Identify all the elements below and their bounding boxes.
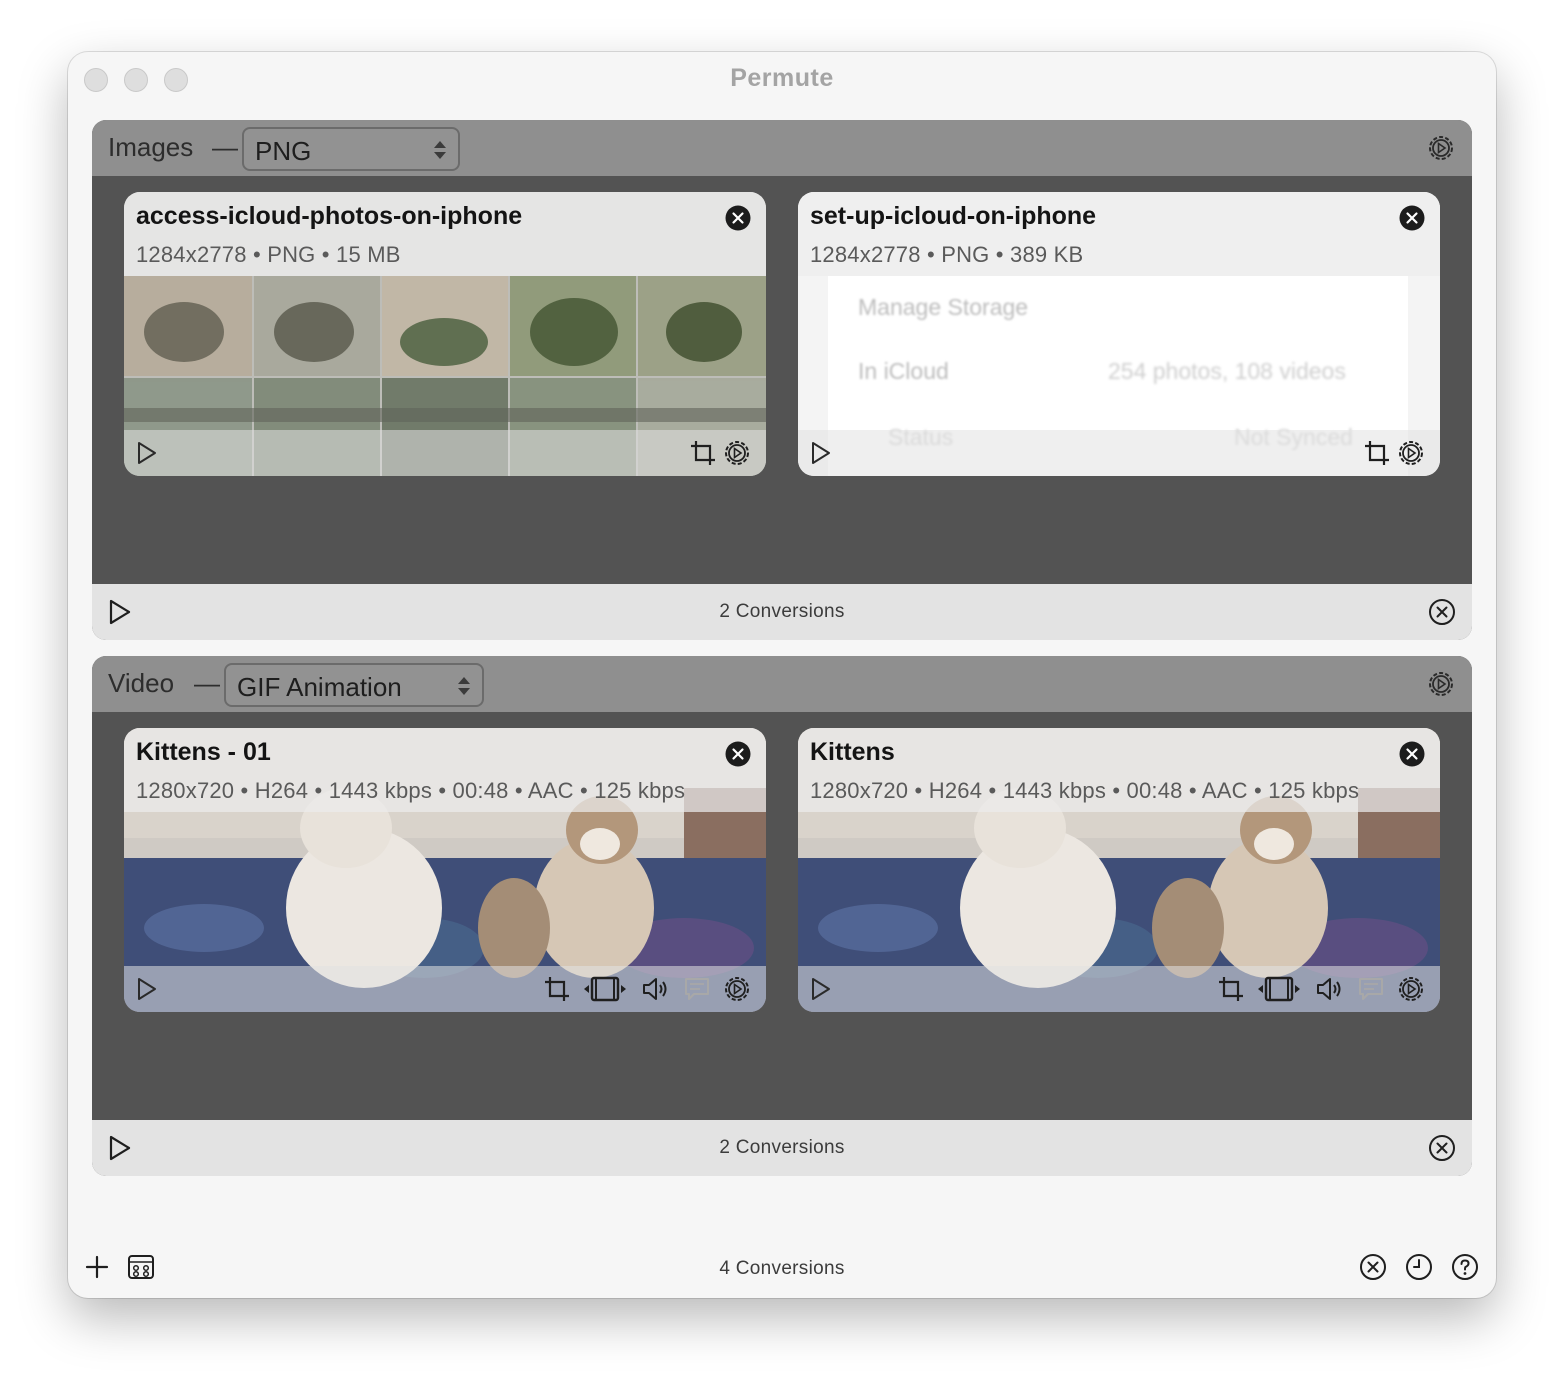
close-circle-icon[interactable] xyxy=(1428,598,1456,626)
card-toolbar xyxy=(124,966,766,1012)
video-section: Video — GIF Animation Kittens - 01 1280x… xyxy=(92,656,1472,1176)
select-arrows-icon xyxy=(458,677,470,695)
section-header: Video — GIF Animation xyxy=(92,656,1472,712)
total-conversion-count: 4 Conversions xyxy=(719,1258,845,1279)
crop-icon[interactable] xyxy=(1362,438,1392,468)
file-info: 1280x720 • H264 • 1443 kbps • 00:48 • AA… xyxy=(810,778,1360,803)
speaker-icon[interactable] xyxy=(1314,974,1344,1004)
section-header: Images — PNG xyxy=(92,120,1472,176)
file-info: 1284x2778 • PNG • 389 KB xyxy=(810,242,1084,267)
subtitles-icon[interactable] xyxy=(682,974,712,1004)
file-name: Kittens - 01 xyxy=(136,738,271,766)
conversion-card[interactable]: access-icloud-photos-on-iphone 1284x2778… xyxy=(124,192,766,476)
film-trim-icon[interactable] xyxy=(1256,974,1302,1004)
card-header: set-up-icloud-on-iphone 1284x2778 • PNG … xyxy=(798,192,1440,276)
gear-icon[interactable] xyxy=(722,438,752,468)
file-name: Kittens xyxy=(810,738,895,766)
app-window: Permute Images — PNG access-icloud-photo… xyxy=(68,52,1496,1298)
card-toolbar xyxy=(798,966,1440,1012)
help-icon[interactable] xyxy=(1450,1252,1480,1282)
play-icon[interactable] xyxy=(136,441,158,465)
file-info: 1280x720 • H264 • 1443 kbps • 00:48 • AA… xyxy=(136,778,686,803)
section-label: Images xyxy=(108,132,194,162)
select-arrows-icon xyxy=(434,141,446,159)
preview-text: Manage Storage xyxy=(858,294,1029,320)
crop-icon[interactable] xyxy=(688,438,718,468)
section-footer: 2 Conversions xyxy=(92,584,1472,640)
bottom-toolbar: 4 Conversions xyxy=(68,1248,1496,1292)
section-separator: — xyxy=(194,668,220,698)
preview-text: In iCloud xyxy=(858,358,949,384)
close-icon[interactable] xyxy=(1398,204,1426,232)
play-icon[interactable] xyxy=(810,977,832,1001)
images-section: Images — PNG access-icloud-photos-on-iph… xyxy=(92,120,1472,640)
close-icon[interactable] xyxy=(724,740,752,768)
card-toolbar xyxy=(798,430,1440,476)
format-select[interactable]: GIF Animation xyxy=(224,663,484,707)
card-header: Kittens 1280x720 • H264 • 1443 kbps • 00… xyxy=(798,728,1440,812)
subtitles-icon[interactable] xyxy=(1356,974,1386,1004)
crop-icon[interactable] xyxy=(1216,974,1246,1004)
format-select[interactable]: PNG xyxy=(242,127,460,171)
play-icon[interactable] xyxy=(810,441,832,465)
window-title: Permute xyxy=(730,64,834,92)
gear-icon[interactable] xyxy=(1396,974,1426,1004)
close-icon[interactable] xyxy=(1398,740,1426,768)
gear-icon[interactable] xyxy=(1396,438,1426,468)
conversion-card[interactable]: Manage Storage In iCloud 254 photos, 108… xyxy=(798,192,1440,476)
gear-icon[interactable] xyxy=(1426,669,1456,699)
film-trim-icon[interactable] xyxy=(582,974,628,1004)
file-name: set-up-icloud-on-iphone xyxy=(810,202,1097,230)
section-footer: 2 Conversions xyxy=(92,1120,1472,1176)
close-circle-icon[interactable] xyxy=(1428,1134,1456,1162)
preview-text: 254 photos, 108 videos xyxy=(1108,358,1346,384)
card-header: access-icloud-photos-on-iphone 1284x2778… xyxy=(124,192,766,276)
speaker-icon[interactable] xyxy=(640,974,670,1004)
card-toolbar xyxy=(124,430,766,476)
history-clock-icon[interactable] xyxy=(1404,1252,1434,1282)
play-icon[interactable] xyxy=(136,977,158,1001)
conversion-count: 2 Conversions xyxy=(719,1137,845,1158)
file-info: 1284x2778 • PNG • 15 MB xyxy=(136,242,401,267)
gear-icon[interactable] xyxy=(722,974,752,1004)
section-label: Video xyxy=(108,668,175,698)
close-circle-icon[interactable] xyxy=(1358,1252,1388,1282)
gear-icon[interactable] xyxy=(1426,133,1456,163)
section-separator: — xyxy=(212,132,238,162)
conversion-card[interactable]: Kittens 1280x720 • H264 • 1443 kbps • 00… xyxy=(798,728,1440,1012)
format-select-value: PNG xyxy=(255,136,312,166)
file-name: access-icloud-photos-on-iphone xyxy=(136,202,523,230)
conversion-card[interactable]: Kittens - 01 1280x720 • H264 • 1443 kbps… xyxy=(124,728,766,1012)
card-header: Kittens - 01 1280x720 • H264 • 1443 kbps… xyxy=(124,728,766,812)
close-icon[interactable] xyxy=(724,204,752,232)
format-select-value: GIF Animation xyxy=(237,672,402,702)
conversion-count: 2 Conversions xyxy=(719,601,845,622)
crop-icon[interactable] xyxy=(542,974,572,1004)
